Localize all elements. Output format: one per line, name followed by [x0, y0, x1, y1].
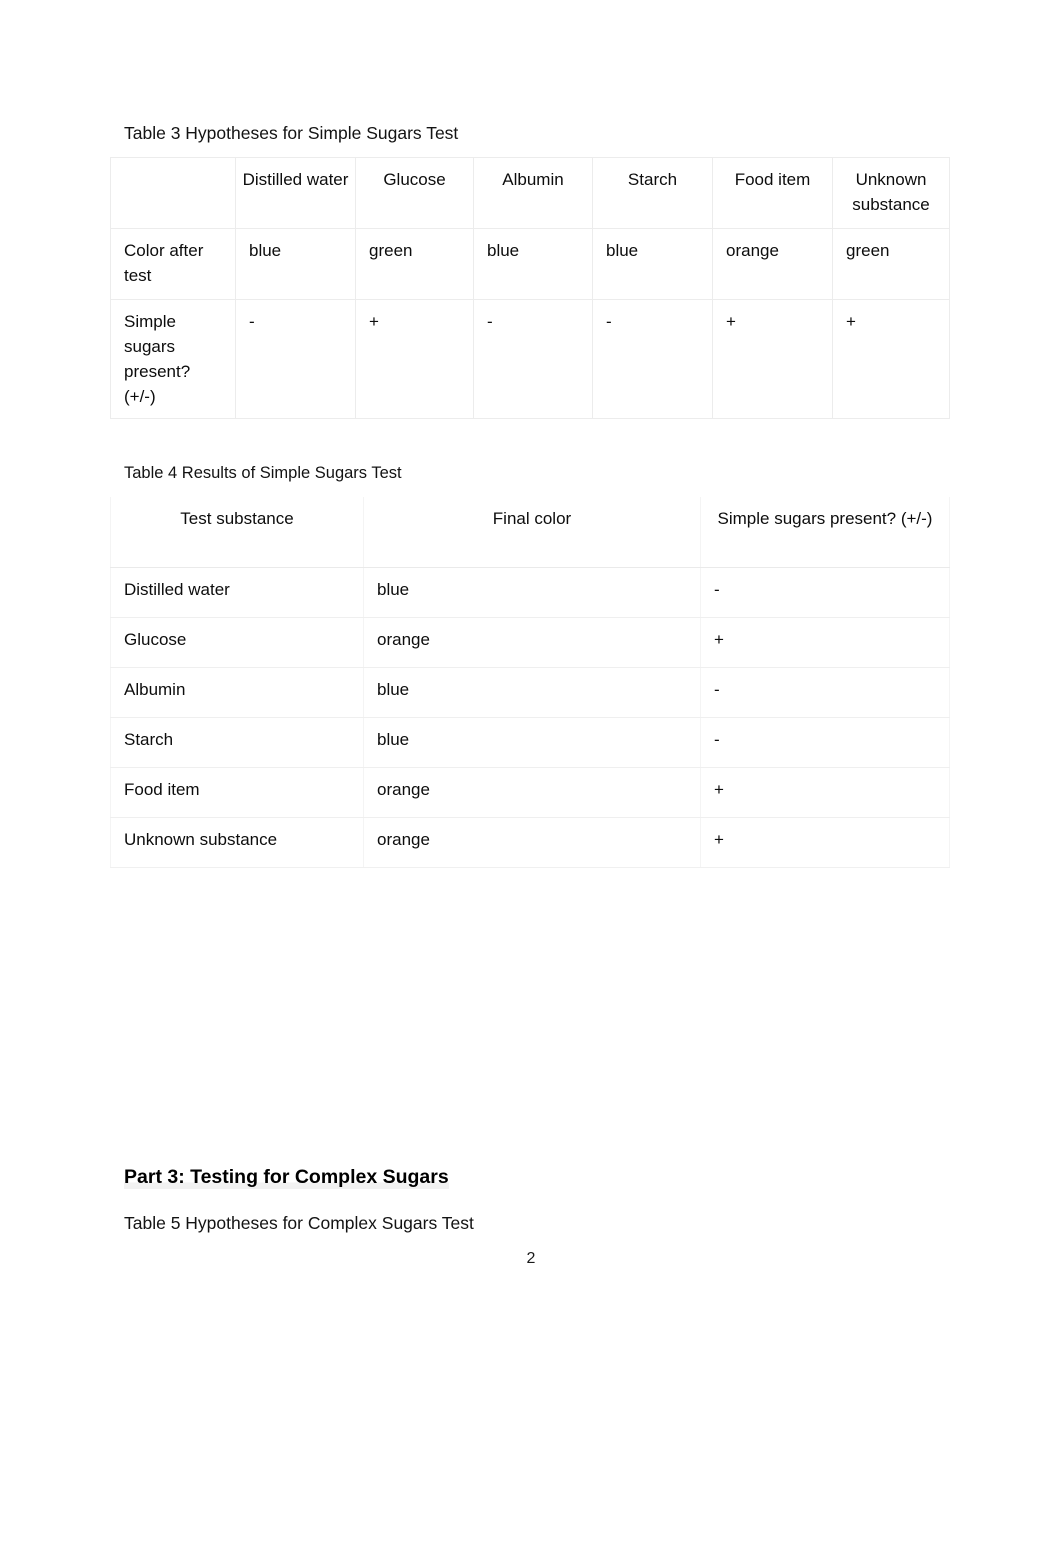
table3-cell-present-food-item: + [712, 299, 833, 419]
table4-cell-present: - [700, 667, 950, 718]
table4-cell-present: + [700, 617, 950, 668]
table4-header-row: Test substance Final color Simple sugars… [110, 497, 950, 568]
table4-cell-color: orange [363, 767, 701, 818]
table4-cell-color: blue [363, 717, 701, 768]
document-page: Table 3 Hypotheses for Simple Sugars Tes… [0, 0, 1062, 1556]
table3-cell-present-distilled-water: - [235, 299, 356, 419]
table4-cell-present: + [700, 767, 950, 818]
table3-cell-color-unknown-substance: green [832, 228, 950, 300]
table3-cell-color-food-item: orange [712, 228, 833, 300]
table-row: Food item orange + [110, 767, 950, 818]
table-row: Starch blue - [110, 717, 950, 768]
table3-header-row: Distilled water Glucose Albumin Starch F… [110, 157, 950, 229]
table4-header-test-substance: Test substance [110, 497, 364, 568]
table-row: Unknown substance orange + [110, 817, 950, 868]
table3-cell-color-glucose: green [355, 228, 474, 300]
table4-caption: Table 4 Results of Simple Sugars Test [124, 464, 402, 482]
table3-header-starch: Starch [592, 157, 713, 229]
table3-cell-present-unknown-substance: + [832, 299, 950, 419]
table4-results-simple-sugars: Test substance Final color Simple sugars… [110, 497, 950, 868]
table3-header-glucose: Glucose [355, 157, 474, 229]
table4-cell-substance: Unknown substance [110, 817, 364, 868]
table4-cell-substance: Starch [110, 717, 364, 768]
table3-cell-present-glucose: + [355, 299, 474, 419]
table3-header-food-item: Food item [712, 157, 833, 229]
table4-cell-present: - [700, 717, 950, 768]
table3-row-color-after-test: Color after test blue green blue blue or… [110, 228, 950, 300]
table3-rowlabel-color-after-test: Color after test [110, 228, 236, 300]
table4-cell-color: orange [363, 817, 701, 868]
table3-header-distilled-water: Distilled water [235, 157, 356, 229]
table3-cell-present-albumin: - [473, 299, 593, 419]
table3-rowlabel-sugars-present: Simple sugars present? (+/-) [110, 299, 236, 419]
table3-hypotheses-simple-sugars: Distilled water Glucose Albumin Starch F… [110, 157, 950, 419]
table4-header-final-color: Final color [363, 497, 701, 568]
table4-cell-substance: Glucose [110, 617, 364, 668]
table3-header-blank [110, 157, 236, 229]
table4-cell-color: blue [363, 667, 701, 718]
table3-caption: Table 3 Hypotheses for Simple Sugars Tes… [124, 123, 459, 143]
table3-header-albumin: Albumin [473, 157, 593, 229]
table4-header-sugars-present: Simple sugars present? (+/-) [700, 497, 950, 568]
page-number: 2 [526, 1250, 536, 1267]
part3-heading: Part 3: Testing for Complex Sugars [124, 1165, 449, 1189]
table4-cell-present: + [700, 817, 950, 868]
table4-cell-present: - [700, 567, 950, 618]
table3-row-sugars-present: Simple sugars present? (+/-) - + - - + + [110, 299, 950, 419]
table3-cell-color-starch: blue [592, 228, 713, 300]
table-row: Albumin blue - [110, 667, 950, 718]
table3-cell-present-starch: - [592, 299, 713, 419]
table-row: Distilled water blue - [110, 567, 950, 618]
table4-cell-color: orange [363, 617, 701, 668]
table4-cell-color: blue [363, 567, 701, 618]
table3-cell-color-albumin: blue [473, 228, 593, 300]
table3-cell-color-distilled-water: blue [235, 228, 356, 300]
table3-header-unknown-substance: Unknown substance [832, 157, 950, 229]
table5-caption: Table 5 Hypotheses for Complex Sugars Te… [124, 1213, 474, 1233]
table-row: Glucose orange + [110, 617, 950, 668]
table4-cell-substance: Food item [110, 767, 364, 818]
table4-cell-substance: Albumin [110, 667, 364, 718]
table4-cell-substance: Distilled water [110, 567, 364, 618]
